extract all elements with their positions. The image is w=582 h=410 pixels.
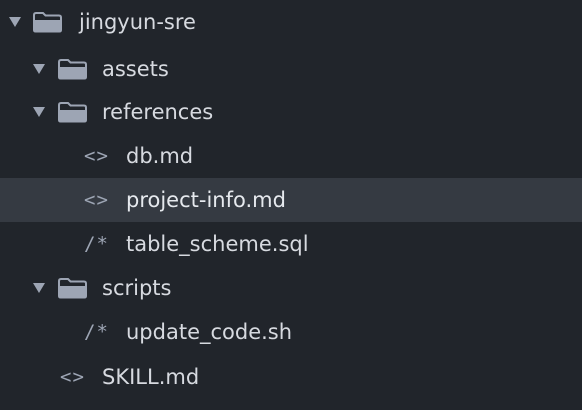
- tree-item-label: table_scheme.sql: [126, 232, 309, 256]
- tree-item-jingyun-sre[interactable]: jingyun-sre: [0, 0, 582, 44]
- tree-item-label: SKILL.md: [102, 365, 200, 389]
- folder-open-icon: [58, 278, 87, 299]
- markdown-file-icon: <>: [84, 189, 109, 211]
- tree-item-label: scripts: [102, 276, 172, 300]
- tree-item-label: db.md: [126, 144, 194, 168]
- tree-item-project-info-md[interactable]: <> project-info.md: [0, 178, 582, 222]
- markdown-file-icon: <>: [60, 366, 85, 388]
- chevron-down-icon[interactable]: [33, 283, 45, 293]
- file-tree: jingyun-sre assets references <> db.md <…: [0, 0, 582, 410]
- chevron-down-icon[interactable]: [33, 107, 45, 117]
- markdown-file-icon: <>: [84, 145, 109, 167]
- tree-item-db-md[interactable]: <> db.md: [0, 134, 582, 178]
- folder-open-icon: [58, 102, 87, 123]
- tree-item-label: jingyun-sre: [79, 10, 196, 34]
- tree-item-label: update_code.sh: [126, 320, 293, 344]
- tree-item-update-code-sh[interactable]: /* update_code.sh: [0, 310, 582, 354]
- tree-item-scripts[interactable]: scripts: [0, 266, 582, 310]
- code-file-icon: /*: [84, 233, 109, 255]
- chevron-down-icon[interactable]: [33, 64, 45, 74]
- tree-item-label: project-info.md: [126, 188, 286, 212]
- tree-item-assets[interactable]: assets: [0, 47, 582, 91]
- chevron-down-icon[interactable]: [9, 17, 21, 27]
- tree-item-label: references: [102, 100, 214, 124]
- tree-item-skill-md[interactable]: <> SKILL.md: [0, 355, 582, 399]
- tree-item-table-scheme-sql[interactable]: /* table_scheme.sql: [0, 222, 582, 266]
- folder-open-icon: [33, 12, 62, 33]
- tree-item-references[interactable]: references: [0, 90, 582, 134]
- tree-item-label: assets: [102, 57, 169, 81]
- code-file-icon: /*: [84, 321, 109, 343]
- folder-open-icon: [58, 59, 87, 80]
